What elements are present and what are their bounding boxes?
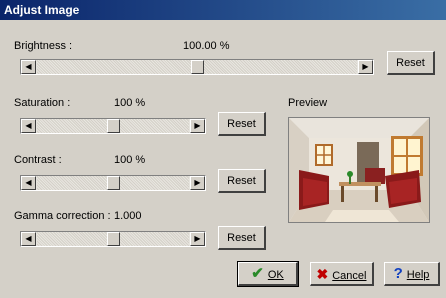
- preview-image: [288, 117, 430, 223]
- arrow-right-icon[interactable]: ▶: [358, 60, 373, 74]
- ok-label: OK: [267, 269, 284, 281]
- brightness-label: Brightness :: [14, 40, 73, 52]
- gamma-thumb[interactable]: [107, 232, 120, 246]
- gamma-reset-button[interactable]: Reset: [218, 226, 266, 250]
- checkmark-icon: ✔: [251, 265, 264, 282]
- x-icon: ✖: [316, 266, 329, 282]
- arrow-left-icon[interactable]: ◀: [21, 176, 36, 190]
- brightness-reset-button[interactable]: Reset: [387, 51, 435, 75]
- adjust-image-dialog: Adjust Image Brightness : 100.00 % ◀ ▶ R…: [0, 0, 446, 298]
- preview-label: Preview: [288, 97, 328, 109]
- brightness-value: 100.00 %: [183, 40, 230, 52]
- brightness-thumb[interactable]: [191, 60, 204, 74]
- ok-button[interactable]: ✔ OK: [237, 261, 299, 287]
- cancel-label: Cancel: [332, 270, 367, 282]
- saturation-slider[interactable]: ◀ ▶: [20, 118, 206, 134]
- question-icon: ?: [393, 265, 403, 282]
- window-title: Adjust Image: [4, 3, 80, 17]
- room-preview-image: [289, 118, 429, 222]
- saturation-thumb[interactable]: [107, 119, 120, 133]
- arrow-left-icon[interactable]: ◀: [21, 119, 36, 133]
- brightness-slider[interactable]: ◀ ▶: [20, 59, 374, 75]
- gamma-value: 1.000: [114, 210, 142, 222]
- contrast-slider[interactable]: ◀ ▶: [20, 175, 206, 191]
- arrow-right-icon[interactable]: ▶: [190, 119, 205, 133]
- saturation-label: Saturation :: [14, 97, 71, 109]
- help-label: Help: [406, 269, 430, 281]
- arrow-left-icon[interactable]: ◀: [21, 232, 36, 246]
- arrow-left-icon[interactable]: ◀: [21, 60, 36, 74]
- arrow-right-icon[interactable]: ▶: [190, 232, 205, 246]
- saturation-value: 100 %: [114, 97, 146, 109]
- saturation-reset-button[interactable]: Reset: [218, 112, 266, 136]
- arrow-right-icon[interactable]: ▶: [190, 176, 205, 190]
- cancel-button[interactable]: ✖ Cancel: [310, 262, 374, 286]
- gamma-label: Gamma correction :: [14, 210, 111, 222]
- contrast-value: 100 %: [114, 154, 146, 166]
- contrast-reset-button[interactable]: Reset: [218, 169, 266, 193]
- gamma-slider[interactable]: ◀ ▶: [20, 231, 206, 247]
- title-bar: Adjust Image: [0, 0, 446, 20]
- contrast-thumb[interactable]: [107, 176, 120, 190]
- contrast-label: Contrast :: [14, 154, 62, 166]
- help-button[interactable]: ? Help: [384, 262, 440, 286]
